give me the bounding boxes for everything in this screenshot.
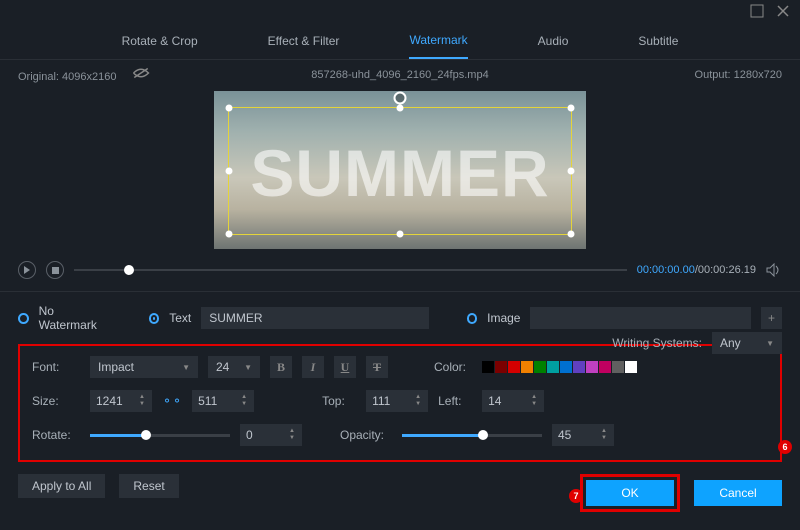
original-dimensions-label: Original: 4096x2160	[18, 71, 116, 83]
font-size-select[interactable]: 24▼	[208, 356, 260, 378]
resize-handle-sw[interactable]	[226, 231, 233, 238]
color-swatch[interactable]	[508, 361, 520, 373]
resize-handle-n[interactable]	[397, 105, 404, 112]
annotation-badge-7: 7	[569, 489, 583, 503]
tab-audio[interactable]: Audio	[538, 24, 569, 58]
writing-systems-select[interactable]: Any▼	[712, 332, 782, 354]
reset-button[interactable]: Reset	[119, 474, 178, 498]
output-dimensions-label: Output: 1280x720	[695, 69, 782, 81]
color-swatches	[482, 361, 637, 373]
image-path-input[interactable]	[530, 307, 751, 329]
writing-systems-label: Writing Systems:	[612, 336, 702, 350]
image-label: Image	[487, 311, 520, 325]
strikethrough-button[interactable]: T	[366, 356, 388, 378]
color-swatch[interactable]	[547, 361, 559, 373]
tab-effect-filter[interactable]: Effect & Filter	[268, 24, 340, 58]
width-input[interactable]: 1241▲▼	[90, 390, 152, 412]
height-input[interactable]: 511▲▼	[192, 390, 254, 412]
font-family-select[interactable]: Impact▼	[90, 356, 198, 378]
color-swatch[interactable]	[599, 361, 611, 373]
spinner-icon[interactable]: ▲▼	[531, 390, 541, 412]
no-watermark-label: No Watermark	[39, 304, 112, 332]
chevron-down-icon: ▼	[182, 363, 190, 372]
resize-handle-e[interactable]	[568, 168, 575, 175]
radio-image[interactable]	[467, 313, 478, 324]
link-aspect-icon[interactable]: ⚬⚬	[162, 394, 182, 408]
video-preview[interactable]: SUMMER	[214, 91, 586, 249]
color-label: Color:	[434, 360, 472, 374]
radio-no-watermark[interactable]	[18, 313, 29, 324]
chevron-down-icon: ▼	[766, 339, 774, 348]
color-swatch[interactable]	[521, 361, 533, 373]
opacity-value-input[interactable]: 45▲▼	[552, 424, 614, 446]
resize-handle-w[interactable]	[226, 168, 233, 175]
bold-button[interactable]: B	[270, 356, 292, 378]
close-button[interactable]	[776, 4, 790, 18]
text-label: Text	[169, 311, 191, 325]
slider-thumb[interactable]	[478, 430, 488, 440]
apply-to-all-button[interactable]: Apply to All	[18, 474, 105, 498]
resize-handle-s[interactable]	[397, 231, 404, 238]
annotation-badge-6: 6	[778, 440, 792, 454]
font-label: Font:	[32, 360, 80, 374]
filename-label: 857268-uhd_4096_2160_24fps.mp4	[311, 69, 488, 81]
underline-button[interactable]: U	[334, 356, 356, 378]
resize-handle-nw[interactable]	[226, 105, 233, 112]
slider-thumb[interactable]	[141, 430, 151, 440]
play-button[interactable]	[18, 261, 36, 279]
left-input[interactable]: 14▲▼	[482, 390, 544, 412]
visibility-toggle-icon[interactable]	[132, 71, 150, 83]
cancel-button[interactable]: Cancel	[694, 480, 782, 506]
opacity-slider[interactable]	[402, 434, 542, 437]
seek-track[interactable]	[74, 269, 627, 271]
spinner-icon[interactable]: ▲▼	[139, 390, 149, 412]
ok-highlight: 7 OK	[580, 474, 680, 512]
color-swatch[interactable]	[560, 361, 572, 373]
top-label: Top:	[322, 394, 356, 408]
total-time: /00:00:26.19	[695, 264, 756, 276]
tab-rotate-crop[interactable]: Rotate & Crop	[122, 24, 198, 58]
rotate-slider[interactable]	[90, 434, 230, 437]
rotate-handle[interactable]	[394, 91, 407, 104]
color-swatch[interactable]	[482, 361, 494, 373]
color-swatch[interactable]	[625, 361, 637, 373]
stop-button[interactable]	[46, 261, 64, 279]
spinner-icon[interactable]: ▲▼	[289, 424, 299, 446]
top-input[interactable]: 111▲▼	[366, 390, 428, 412]
selection-rectangle[interactable]	[228, 107, 572, 235]
minimize-button[interactable]	[750, 4, 764, 18]
resize-handle-ne[interactable]	[568, 105, 575, 112]
rotate-label: Rotate:	[32, 428, 80, 442]
opacity-label: Opacity:	[340, 428, 392, 442]
size-label: Size:	[32, 394, 80, 408]
ok-button[interactable]: OK	[586, 480, 674, 506]
tab-watermark[interactable]: Watermark	[409, 23, 467, 59]
text-input[interactable]	[201, 307, 429, 329]
color-swatch[interactable]	[586, 361, 598, 373]
seek-thumb[interactable]	[124, 265, 134, 275]
volume-icon[interactable]	[766, 263, 782, 277]
color-swatch[interactable]	[495, 361, 507, 373]
italic-button[interactable]: I	[302, 356, 324, 378]
radio-text[interactable]	[149, 313, 160, 324]
color-swatch[interactable]	[534, 361, 546, 373]
color-swatch[interactable]	[573, 361, 585, 373]
tab-bar: Rotate & Crop Effect & Filter Watermark …	[0, 22, 800, 60]
resize-handle-se[interactable]	[568, 231, 575, 238]
font-controls-panel: 6 Font: Impact▼ 24▼ B I U T Color: Size:…	[18, 344, 782, 462]
spinner-icon[interactable]: ▲▼	[601, 424, 611, 446]
spinner-icon[interactable]: ▲▼	[415, 390, 425, 412]
color-swatch[interactable]	[612, 361, 624, 373]
add-image-button[interactable]: +	[761, 307, 782, 329]
rotate-value-input[interactable]: 0▲▼	[240, 424, 302, 446]
chevron-down-icon: ▼	[244, 363, 252, 372]
left-label: Left:	[438, 394, 472, 408]
current-time: 00:00:00.00	[637, 264, 695, 276]
spinner-icon[interactable]: ▲▼	[241, 390, 251, 412]
tab-subtitle[interactable]: Subtitle	[638, 24, 678, 58]
